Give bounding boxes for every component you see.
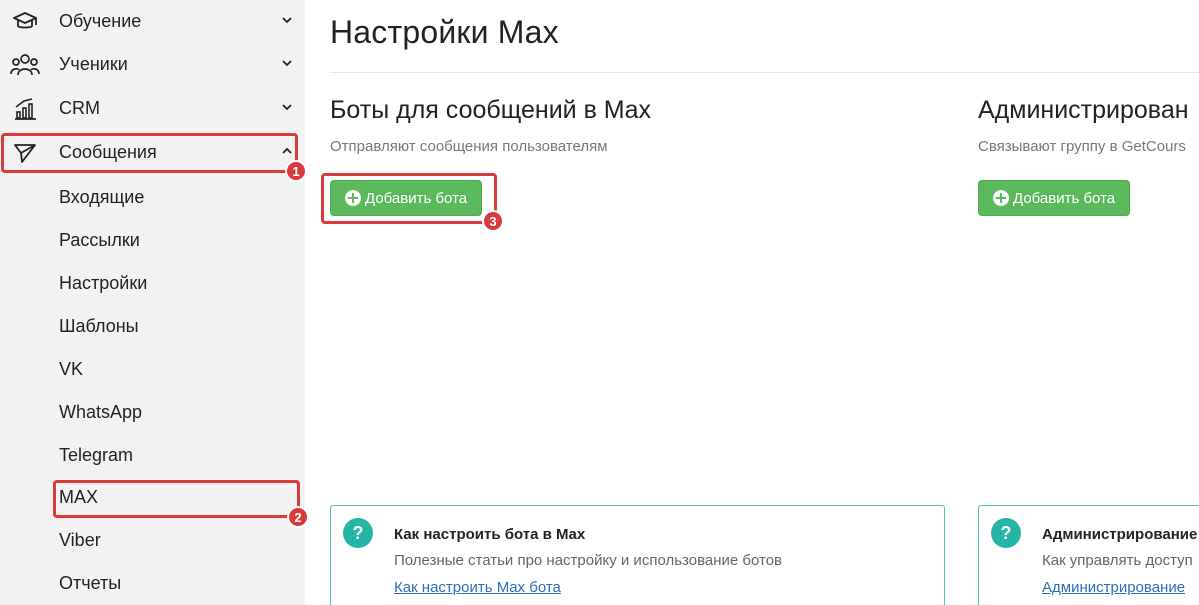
sidebar: Обучение Ученики CRM Сообщения Входящие … (0, 0, 305, 605)
annotation-badge: 2 (287, 506, 309, 528)
sidebar-item-students[interactable]: Ученики (0, 44, 305, 84)
sidebar-item-learning[interactable]: Обучение (0, 1, 305, 41)
add-admin-bot-button-label: Добавить бота (1013, 189, 1116, 207)
sidebar-subitem-settings[interactable]: Настройки (59, 272, 147, 294)
chevron-down-icon (282, 104, 292, 111)
sidebar-subitem-viber[interactable]: Viber (59, 529, 101, 551)
sidebar-item-label: Ученики (59, 53, 128, 74)
sidebar-item-label: CRM (59, 97, 100, 118)
page-title: Настройки Max (330, 14, 559, 50)
add-bot-button[interactable]: Добавить бота (330, 180, 483, 216)
sidebar-subitem-vk[interactable]: VK (59, 358, 83, 380)
paper-plane-icon (10, 140, 40, 166)
main-content: Настройки Max Боты для сообщений в Max О… (305, 0, 1199, 605)
help-card-text: Полезные статьи про настройку и использо… (394, 552, 783, 569)
help-card-title: Как настроить бота в Max (394, 526, 586, 543)
help-card-admin: ? Администрирование Как управлять доступ… (978, 505, 1199, 605)
graduation-cap-icon (10, 9, 40, 35)
sidebar-subitem-telegram[interactable]: Telegram (59, 444, 133, 466)
help-card-title: Администрирование (1042, 526, 1198, 543)
admin-section-subtitle: Связывают группу в GetCours (978, 138, 1186, 155)
users-icon (10, 52, 40, 78)
help-card-text: Как управлять доступ (1042, 552, 1193, 569)
sidebar-item-crm[interactable]: CRM (0, 88, 305, 128)
question-icon: ? (991, 518, 1021, 548)
chevron-up-icon (282, 147, 292, 154)
bots-section-title: Боты для сообщений в Max (330, 96, 652, 124)
sidebar-subitem-inbox[interactable]: Входящие (59, 186, 144, 208)
sidebar-subitem-mailings[interactable]: Рассылки (59, 229, 140, 251)
bots-section-subtitle: Отправляют сообщения пользователям (330, 138, 608, 155)
chevron-down-icon (282, 17, 292, 24)
plus-circle-icon (345, 190, 361, 206)
help-card-link[interactable]: Администрирование (1042, 579, 1185, 596)
annotation-badge: 1 (285, 160, 307, 182)
chevron-down-icon (282, 60, 292, 67)
divider (330, 72, 1199, 73)
sidebar-item-messages[interactable]: Сообщения (0, 132, 305, 172)
help-card-link[interactable]: Как настроить Max бота (394, 579, 561, 596)
help-card-bots: ? Как настроить бота в Max Полезные стат… (330, 505, 945, 605)
add-bot-button-label: Добавить бота (365, 189, 468, 207)
sidebar-subitem-templates[interactable]: Шаблоны (59, 315, 139, 337)
sidebar-subitem-max[interactable]: MAX (59, 486, 98, 508)
chart-bars-icon (10, 96, 40, 122)
sidebar-subitem-whatsapp[interactable]: WhatsApp (59, 401, 142, 423)
sidebar-item-label: Сообщения (59, 141, 157, 162)
annotation-badge: 3 (482, 210, 504, 232)
sidebar-subitem-reports[interactable]: Отчеты (59, 572, 121, 594)
admin-section-title: Администрирован (978, 96, 1189, 124)
sidebar-item-label: Обучение (59, 10, 142, 31)
question-icon: ? (343, 518, 373, 548)
plus-circle-icon (993, 190, 1009, 206)
add-admin-bot-button[interactable]: Добавить бота (978, 180, 1131, 216)
